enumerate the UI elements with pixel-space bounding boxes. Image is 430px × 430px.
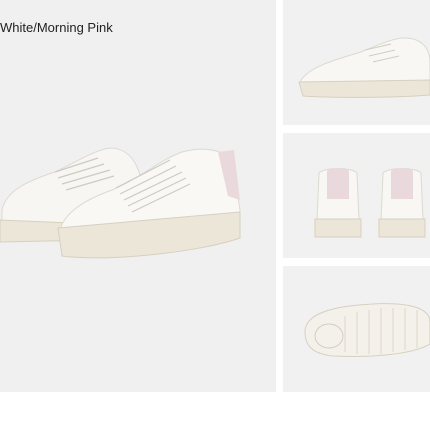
thumbnail-back-view[interactable] <box>283 133 430 258</box>
sneaker-pair-image <box>0 147 241 259</box>
sneaker-back-image <box>314 168 426 238</box>
sneaker-sole-image <box>304 303 430 357</box>
thumbnail-side-view[interactable] <box>283 0 430 125</box>
main-product-image: White/Morning Pink <box>0 0 276 392</box>
sneaker-side-image <box>298 37 430 98</box>
thumbnail-sole-view[interactable] <box>283 266 430 392</box>
